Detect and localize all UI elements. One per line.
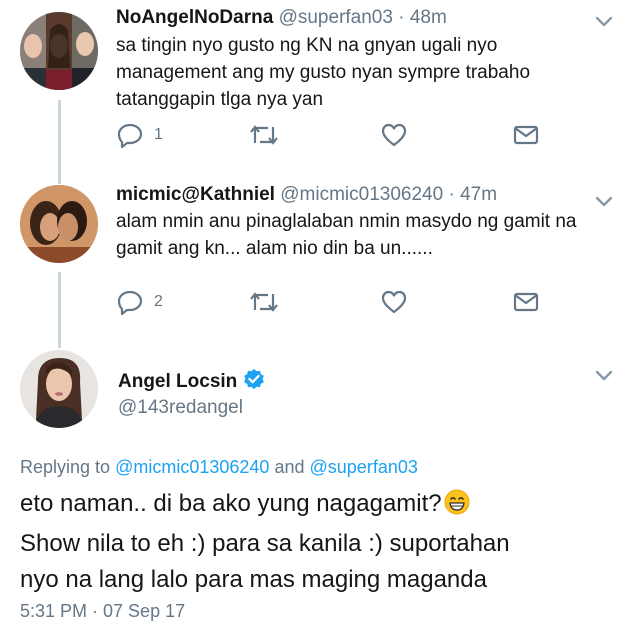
tweet-actions: 1 [116,120,631,150]
tweet-text-line: alam nmin anu pinaglalaban nmin masydo n… [116,211,577,232]
message-icon [513,292,539,312]
replying-to-and: and [274,457,305,477]
replying-to-label: Replying to [20,457,111,477]
tweet-text-line: management ang my gusto nyan sympre trab… [116,62,531,83]
tweet-header: micmic@Kathniel @micmic01306240 · 47m [116,183,497,207]
author-handle[interactable]: @micmic01306240 [280,184,443,205]
time-separator: · [448,184,455,205]
author-handle-block: @143redangel [118,396,243,420]
retweet-button[interactable] [248,120,280,150]
author-name[interactable]: micmic@Kathniel [116,184,275,205]
like-button[interactable] [380,120,408,150]
author-block: Angel Locsin [118,368,265,397]
thread-line [58,272,61,348]
retweet-icon [250,292,278,312]
avatar[interactable] [20,350,98,428]
tweet-text-line: gamit ang kn... alam nio din ba un...... [116,238,433,259]
tweet-text-line: Show nila to eh :) para sa kanila :) sup… [20,530,510,557]
avatar[interactable] [20,185,98,263]
tweet-header: NoAngelNoDarna @superfan03 · 48m [116,6,447,30]
like-icon [381,123,407,147]
message-icon [513,125,539,145]
avatar-image [20,350,98,428]
reply-button[interactable]: 2 [116,287,163,317]
tweet-actions: 2 [116,287,631,317]
avatar[interactable] [20,12,98,90]
avatar-image [20,185,98,263]
tweet-text-line: tatanggapin tlga nya yan [116,89,324,110]
tweet-text-line: sa tingin nyo gusto ng KN na gnyan ugali… [116,35,498,56]
author-name[interactable]: Angel Locsin [118,371,237,392]
thread-line [58,100,61,184]
avatar-image [20,12,98,90]
reply-count: 2 [154,293,163,310]
verified-badge-icon [243,368,265,397]
like-button[interactable] [380,287,408,317]
reply-icon [117,123,143,149]
tweet-text: alam nmin anu pinaglalaban nmin masydo n… [116,208,621,262]
focused-tweet-text: eto naman.. di ba ako yung nagagamit? Sh… [20,486,620,598]
like-icon [381,290,407,314]
reply-button[interactable]: 1 [116,120,163,150]
reply-count: 1 [154,126,163,143]
tweet-text-line: nyo na lang lalo para mas maging maganda [20,566,487,593]
tweet-text-line: eto naman.. di ba ako yung nagagamit? [20,490,442,517]
tweet-text: sa tingin nyo gusto ng KN na gnyan ugali… [116,32,616,113]
author-handle[interactable]: @143redangel [118,397,243,418]
tweet-time[interactable]: 47m [460,184,497,205]
replying-to: Replying to @micmic01306240 and @superfa… [20,457,418,478]
author-handle[interactable]: @superfan03 [279,7,393,28]
time-separator: · [398,7,405,28]
mention-link[interactable]: @superfan03 [310,457,418,477]
message-button[interactable] [512,120,540,150]
message-button[interactable] [512,287,540,317]
grinning-emoji-icon [444,489,470,526]
reply-icon [117,290,143,316]
tweet-timestamp[interactable]: 5:31 PM · 07 Sep 17 [20,601,185,622]
retweet-icon [250,125,278,145]
chevron-down-icon[interactable] [593,10,615,32]
chevron-down-icon[interactable] [593,364,615,386]
mention-link[interactable]: @micmic01306240 [115,457,269,477]
tweet-time[interactable]: 48m [410,7,447,28]
retweet-button[interactable] [248,287,280,317]
author-name[interactable]: NoAngelNoDarna [116,7,273,28]
